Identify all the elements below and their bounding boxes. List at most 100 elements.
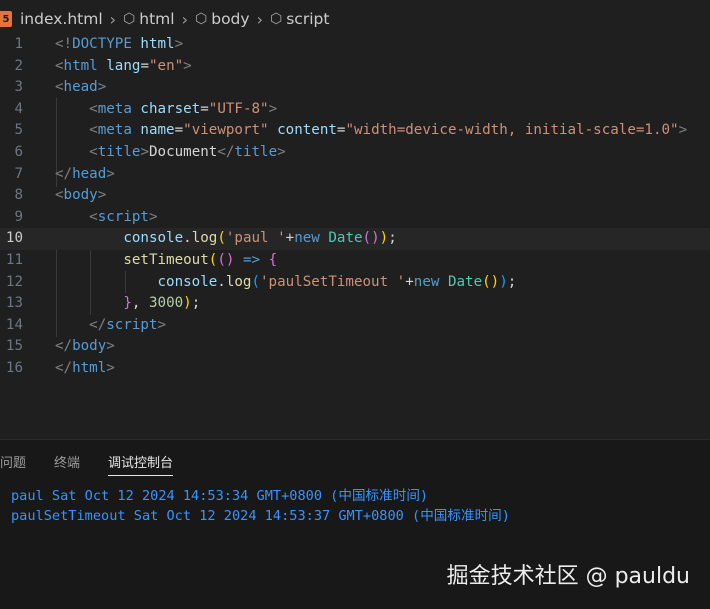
code-line[interactable]: 9 <script>: [0, 207, 710, 229]
line-number: 13: [5, 295, 23, 312]
line-number: 10: [5, 230, 23, 247]
code-token: DOCTYPE: [72, 36, 132, 52]
tab-problems[interactable]: 问题: [0, 452, 26, 476]
code-token: 'paul ': [225, 230, 286, 247]
code-token: script: [106, 316, 158, 333]
code-text: <!DOCTYPE html>: [55, 34, 183, 56]
code-token: >: [106, 360, 115, 376]
breadcrumb-item-html[interactable]: html: [139, 10, 174, 28]
code-token: lang: [97, 57, 141, 74]
chevron-right-icon: ›: [256, 9, 263, 29]
code-editor[interactable]: 1 <!DOCTYPE html> 2 <html lang="en"> 3 <head>…: [0, 34, 710, 429]
code-token: (: [217, 252, 226, 268]
code-token: >: [678, 122, 688, 139]
code-token: .: [217, 273, 226, 290]
code-token: +: [405, 273, 414, 290]
breadcrumb-item-body[interactable]: body: [211, 10, 249, 28]
code-token: name: [131, 122, 175, 139]
code-line[interactable]: 13 }, 3000);: [0, 293, 710, 315]
code-line[interactable]: 5 <meta name="viewport" content="width=d…: [0, 120, 710, 142]
code-token: =: [140, 57, 149, 74]
code-token: </: [55, 165, 73, 182]
line-number: 2: [14, 57, 23, 74]
code-token: >: [157, 316, 167, 333]
code-token: html: [131, 36, 175, 52]
code-token: ;: [191, 295, 201, 312]
code-line[interactable]: 10 console.log('paul '+new Date());: [0, 228, 710, 250]
panel-tabs: 问题 终端 调试控制台: [0, 452, 201, 476]
code-token: >: [97, 187, 107, 204]
code-token: <: [55, 79, 64, 96]
code-token: 'paulSetTimeout ': [260, 273, 406, 290]
code-line[interactable]: 14 </script>: [0, 315, 710, 337]
code-token: <: [89, 122, 98, 139]
code-line[interactable]: 1 <!DOCTYPE html>: [0, 34, 710, 56]
code-token: </: [55, 338, 73, 355]
code-line[interactable]: 12 console.log('paulSetTimeout '+new Dat…: [0, 272, 710, 294]
line-number: 15: [5, 338, 23, 355]
code-line[interactable]: 4 <meta charset="UTF-8">: [0, 99, 710, 121]
code-token: ): [371, 230, 380, 247]
breadcrumb: 5 index.html › ⬡ html › ⬡ body › ⬡ scrip…: [0, 0, 710, 38]
code-text: <meta charset="UTF-8">: [55, 99, 277, 121]
line-number: 5: [14, 122, 23, 139]
symbol-element-icon: ⬡: [195, 11, 208, 27]
breadcrumb-item-script[interactable]: script: [286, 10, 329, 28]
code-token: >: [183, 57, 192, 74]
code-token: 3000: [148, 295, 184, 312]
code-line[interactable]: 3 <head>: [0, 77, 710, 99]
code-line[interactable]: 7 </head>: [0, 164, 710, 186]
code-token: =: [174, 122, 184, 139]
code-token: log: [191, 230, 218, 247]
code-token: console: [157, 273, 218, 290]
watermark: 掘金技术社区 @ pauldu: [446, 564, 690, 589]
tab-terminal[interactable]: 终端: [54, 452, 80, 476]
code-line[interactable]: 15 </body>: [0, 336, 710, 358]
code-line[interactable]: 6 <title>Document</title>: [0, 142, 710, 164]
code-token: Document: [148, 144, 218, 160]
code-token: head: [72, 165, 107, 182]
line-number: 16: [5, 360, 23, 376]
code-token: content: [268, 122, 337, 139]
chevron-right-icon: ›: [109, 9, 117, 29]
code-token: >: [277, 144, 286, 160]
code-token: "viewport": [183, 122, 269, 139]
code-token: >: [268, 100, 278, 117]
code-line[interactable]: 16 </html>: [0, 358, 710, 380]
code-token: charset: [131, 100, 201, 117]
code-line[interactable]: 2 <html lang="en">: [0, 56, 710, 78]
code-text: <head>: [55, 77, 106, 99]
line-number: 11: [5, 252, 23, 268]
code-token: Date: [328, 230, 363, 247]
code-token: >: [106, 165, 115, 182]
code-text: console.log('paul '+new Date());: [55, 228, 397, 250]
code-token: body: [72, 338, 107, 355]
code-token: "UTF-8": [208, 100, 269, 117]
line-number: 9: [14, 208, 23, 225]
line-number: 4: [14, 100, 23, 117]
code-token: <: [55, 57, 64, 74]
code-line[interactable]: 8 <body>: [0, 185, 710, 207]
code-token: new: [413, 273, 440, 290]
tab-debug-console[interactable]: 调试控制台: [108, 452, 174, 476]
line-number: 12: [5, 273, 23, 290]
code-token: new: [294, 230, 320, 247]
code-line[interactable]: 11 setTimeout(() => {: [0, 250, 710, 272]
code-text: <script>: [55, 207, 157, 229]
chevron-right-icon: ›: [181, 9, 188, 29]
line-number: 3: [14, 79, 23, 96]
breadcrumb-item-file[interactable]: index.html: [20, 10, 103, 28]
code-token: <: [89, 208, 98, 225]
code-token: head: [63, 79, 98, 96]
line-number: 8: [14, 187, 23, 204]
code-token: ;: [388, 230, 397, 247]
line-number: 1: [14, 36, 23, 52]
